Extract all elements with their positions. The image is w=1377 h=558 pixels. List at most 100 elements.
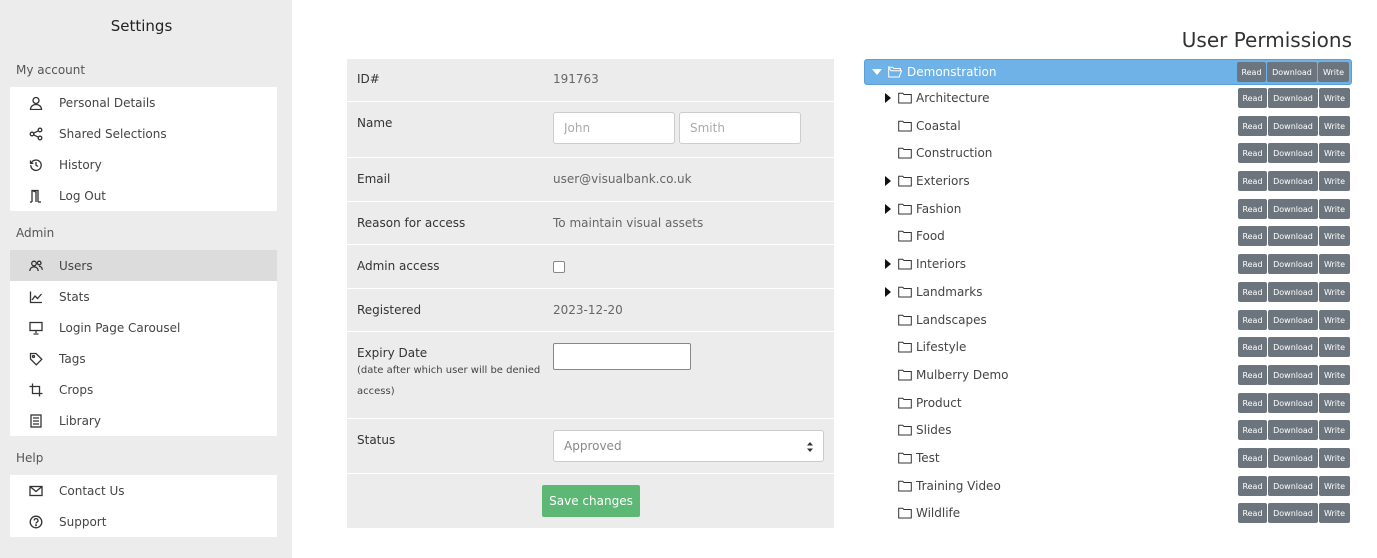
tree-row-folder[interactable]: Landscapes Read Download Write — [864, 307, 1352, 333]
status-select[interactable]: Approved — [553, 430, 824, 462]
folder-icon — [898, 397, 912, 409]
folder-icon — [898, 92, 912, 104]
download-button[interactable]: Download — [1268, 88, 1318, 108]
tree-row-root[interactable]: Demonstration Read Download Write — [864, 59, 1352, 85]
read-button[interactable]: Read — [1238, 199, 1267, 219]
read-button[interactable]: Read — [1238, 393, 1267, 413]
download-button[interactable]: Download — [1268, 365, 1318, 385]
tree-row-folder[interactable]: Interiors Read Download Write — [864, 251, 1352, 277]
crop-icon — [29, 383, 43, 397]
caret-right-icon[interactable] — [883, 259, 893, 269]
tree-row-folder[interactable]: Exteriors Read Download Write — [864, 168, 1352, 194]
download-button[interactable]: Download — [1268, 476, 1318, 496]
tree-row-folder[interactable]: Mulberry Demo Read Download Write — [864, 362, 1352, 388]
write-button[interactable]: Write — [1319, 393, 1350, 413]
write-button[interactable]: Write — [1319, 226, 1350, 246]
write-button[interactable]: Write — [1319, 337, 1350, 357]
sidebar-item-crops[interactable]: Crops — [10, 374, 277, 405]
download-button[interactable]: Download — [1268, 420, 1318, 440]
sidebar-item-log-out[interactable]: Log Out — [10, 180, 277, 211]
read-button[interactable]: Read — [1238, 226, 1267, 246]
write-button[interactable]: Write — [1319, 171, 1350, 191]
download-button[interactable]: Download — [1268, 337, 1318, 357]
download-button[interactable]: Download — [1268, 171, 1318, 191]
tree-row-folder[interactable]: Landmarks Read Download Write — [864, 279, 1352, 305]
download-button[interactable]: Download — [1268, 393, 1318, 413]
write-button[interactable]: Write — [1319, 199, 1350, 219]
download-button[interactable]: Download — [1268, 282, 1318, 302]
read-button[interactable]: Read — [1238, 503, 1267, 523]
read-button[interactable]: Read — [1238, 337, 1267, 357]
read-button[interactable]: Read — [1238, 143, 1267, 163]
read-button[interactable]: Read — [1238, 88, 1267, 108]
download-button[interactable]: Download — [1267, 62, 1317, 82]
caret-right-icon[interactable] — [883, 176, 893, 186]
write-button[interactable]: Write — [1319, 476, 1350, 496]
sidebar-item-login-page-carousel[interactable]: Login Page Carousel — [10, 312, 277, 343]
sidebar-item-library[interactable]: Library — [10, 405, 277, 436]
tree-row-folder[interactable]: Slides Read Download Write — [864, 417, 1352, 443]
read-button[interactable]: Read — [1238, 420, 1267, 440]
tree-row-folder[interactable]: Product Read Download Write — [864, 390, 1352, 416]
read-button[interactable]: Read — [1238, 310, 1267, 330]
read-button[interactable]: Read — [1238, 254, 1267, 274]
sidebar-item-shared-selections[interactable]: Shared Selections — [10, 118, 277, 149]
first-name-input[interactable] — [553, 112, 675, 144]
sidebar-item-tags[interactable]: Tags — [10, 343, 277, 374]
tree-row-folder[interactable]: Fashion Read Download Write — [864, 196, 1352, 222]
read-button[interactable]: Read — [1238, 448, 1267, 468]
write-button[interactable]: Write — [1319, 88, 1350, 108]
folder-permission-buttons: Read Download Write — [1237, 310, 1350, 330]
sidebar-item-stats[interactable]: Stats — [10, 281, 277, 312]
last-name-input[interactable] — [679, 112, 801, 144]
read-button[interactable]: Read — [1238, 476, 1267, 496]
write-button[interactable]: Write — [1318, 62, 1349, 82]
write-button[interactable]: Write — [1319, 448, 1350, 468]
user-permissions-title: User Permissions — [1181, 28, 1352, 52]
download-button[interactable]: Download — [1268, 199, 1318, 219]
tree-row-folder[interactable]: Architecture Read Download Write — [864, 85, 1352, 111]
sidebar-item-users[interactable]: Users — [10, 250, 277, 281]
tree-row-folder[interactable]: Training Video Read Download Write — [864, 473, 1352, 499]
sidebar-item-support[interactable]: Support — [10, 506, 277, 537]
tree-row-folder[interactable]: Construction Read Download Write — [864, 140, 1352, 166]
expiry-label-group: Expiry Date (date after which user will … — [357, 346, 542, 402]
admin-access-checkbox[interactable] — [553, 261, 565, 273]
tree-row-folder[interactable]: Lifestyle Read Download Write — [864, 334, 1352, 360]
sidebar-item-personal-details[interactable]: Personal Details — [10, 87, 277, 118]
download-button[interactable]: Download — [1268, 448, 1318, 468]
sidebar-item-history[interactable]: History — [10, 149, 277, 180]
save-changes-button[interactable]: Save changes — [542, 485, 640, 517]
write-button[interactable]: Write — [1319, 116, 1350, 136]
tree-row-folder[interactable]: Coastal Read Download Write — [864, 113, 1352, 139]
write-button[interactable]: Write — [1319, 310, 1350, 330]
download-button[interactable]: Download — [1268, 116, 1318, 136]
write-button[interactable]: Write — [1319, 282, 1350, 302]
download-button[interactable]: Download — [1268, 143, 1318, 163]
write-button[interactable]: Write — [1319, 420, 1350, 440]
menu-group-my-account: Personal Details Shared Selections Histo… — [10, 87, 277, 211]
caret-right-icon[interactable] — [883, 93, 893, 103]
download-button[interactable]: Download — [1268, 310, 1318, 330]
read-button[interactable]: Read — [1237, 62, 1266, 82]
tree-row-folder[interactable]: Test Read Download Write — [864, 445, 1352, 471]
tree-row-folder[interactable]: Wildlife Read Download Write — [864, 500, 1352, 526]
download-button[interactable]: Download — [1268, 503, 1318, 523]
write-button[interactable]: Write — [1319, 143, 1350, 163]
folder-permission-buttons: Read Download Write — [1237, 476, 1350, 496]
write-button[interactable]: Write — [1319, 503, 1350, 523]
expiry-date-input[interactable] — [553, 343, 691, 370]
tree-row-folder[interactable]: Food Read Download Write — [864, 223, 1352, 249]
caret-down-icon[interactable] — [872, 67, 882, 77]
download-button[interactable]: Download — [1268, 254, 1318, 274]
download-button[interactable]: Download — [1268, 226, 1318, 246]
sidebar-item-contact-us[interactable]: Contact Us — [10, 475, 277, 506]
read-button[interactable]: Read — [1238, 282, 1267, 302]
read-button[interactable]: Read — [1238, 365, 1267, 385]
caret-right-icon[interactable] — [883, 287, 893, 297]
caret-right-icon[interactable] — [883, 204, 893, 214]
write-button[interactable]: Write — [1319, 365, 1350, 385]
read-button[interactable]: Read — [1238, 171, 1267, 191]
read-button[interactable]: Read — [1238, 116, 1267, 136]
write-button[interactable]: Write — [1319, 254, 1350, 274]
